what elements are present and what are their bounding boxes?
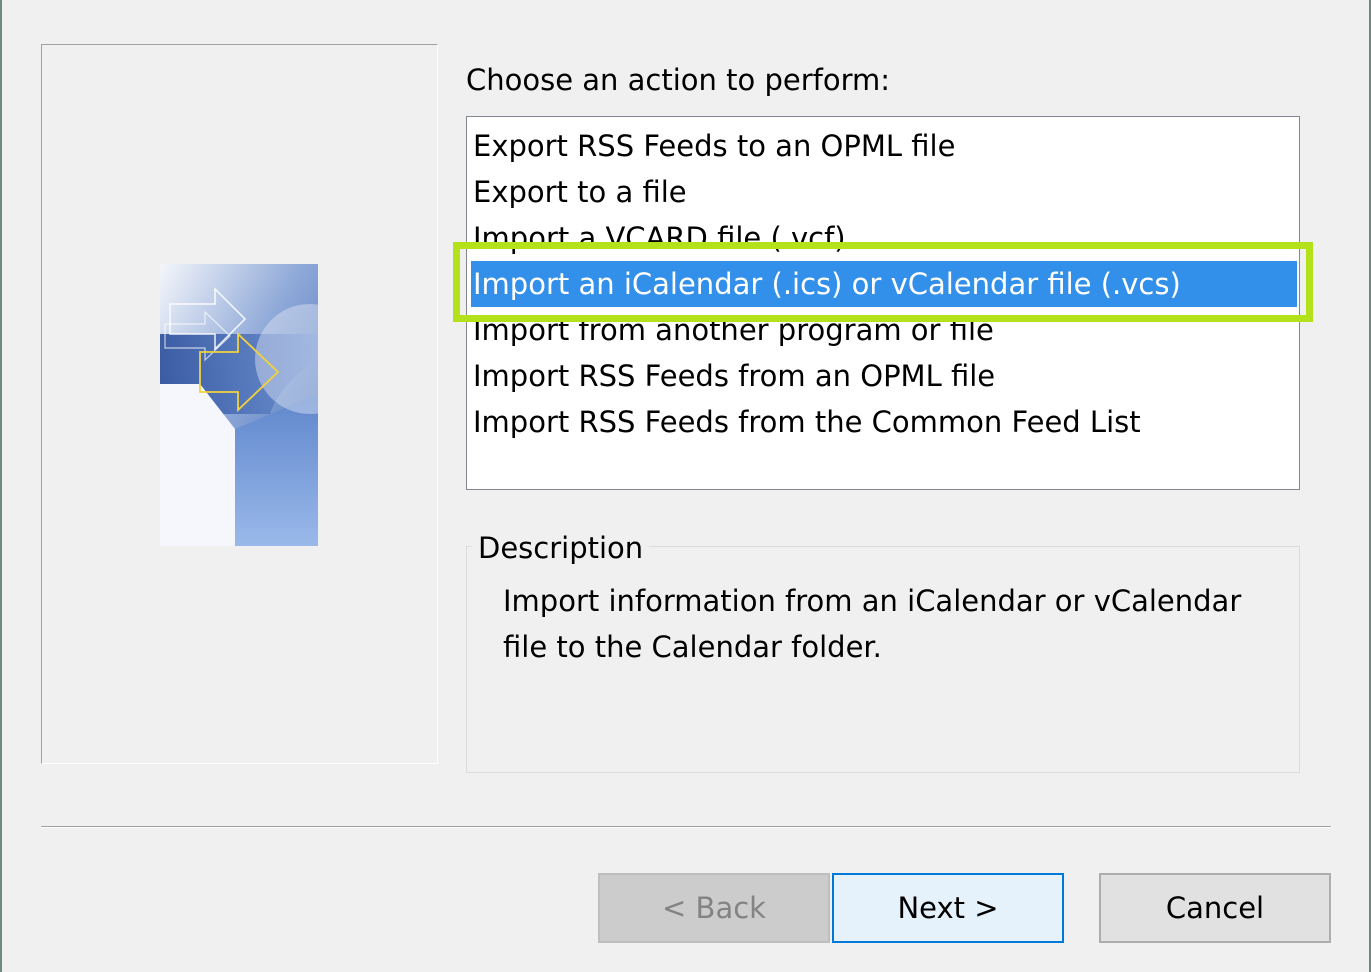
import-export-wizard-dialog: Choose an action to perform: Export RSS … <box>0 0 1371 972</box>
list-item-export-to-file[interactable]: Export to a file <box>471 169 1297 215</box>
footer-separator <box>41 826 1331 828</box>
back-button[interactable]: < Back <box>598 873 830 943</box>
description-text: Import information from an iCalendar or … <box>503 584 1242 664</box>
list-item-export-rss-opml[interactable]: Export RSS Feeds to an OPML file <box>471 123 1297 169</box>
list-item-import-rss-opml[interactable]: Import RSS Feeds from an OPML file <box>471 353 1297 399</box>
description-legend: Description <box>472 528 650 568</box>
choose-action-label: Choose an action to perform: <box>466 63 891 97</box>
next-button[interactable]: Next > <box>832 873 1064 943</box>
cancel-button[interactable]: Cancel <box>1099 873 1331 943</box>
list-item-import-rss-common-feed[interactable]: Import RSS Feeds from the Common Feed Li… <box>471 399 1297 445</box>
list-item-import-vcard[interactable]: Import a VCARD file (.vcf) <box>471 215 1297 261</box>
list-item-import-from-program[interactable]: Import from another program or file <box>471 307 1297 353</box>
import-export-wizard-art-icon <box>160 264 318 546</box>
action-listbox[interactable]: Export RSS Feeds to an OPML file Export … <box>466 116 1300 490</box>
wizard-art-panel <box>41 44 438 764</box>
list-item-import-icalendar[interactable]: Import an iCalendar (.ics) or vCalendar … <box>471 261 1297 307</box>
